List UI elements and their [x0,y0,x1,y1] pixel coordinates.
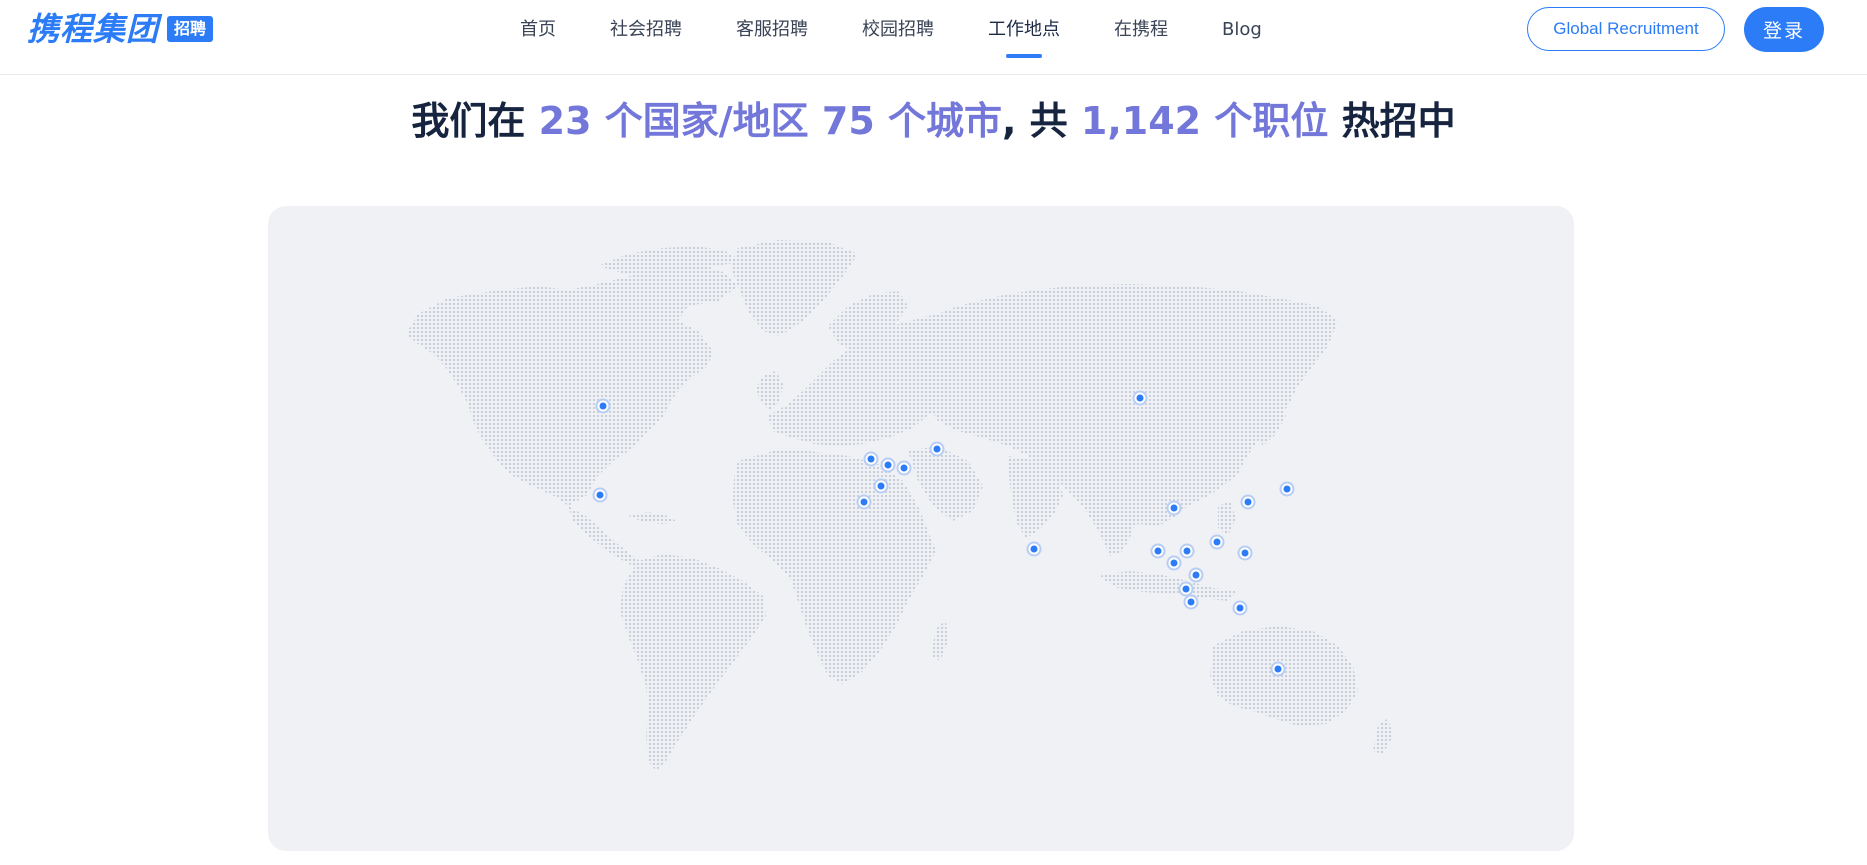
logo-text: 携程集团 [27,10,160,48]
marker-yangon[interactable]: Yangon [1150,543,1166,559]
marker-dot [1274,665,1282,673]
marker-bangkok[interactable]: Bangkok [1166,555,1182,571]
marker-paris[interactable]: Paris [873,478,889,494]
marker-kuala-lumpur[interactable]: Kuala Lumpur [1178,581,1194,597]
marker-shanghai[interactable]: Shanghai [1240,494,1256,510]
nav-work-locations[interactable]: 工作地点 [988,0,1060,60]
indonesia [1098,571,1238,601]
headline-countries: 23 个国家/地区 [538,99,809,143]
nav-campus-recruitment[interactable]: 校园招聘 [862,0,934,60]
marker-dot [1244,498,1252,506]
marker-dot [1154,547,1162,555]
marker-dot [900,464,908,472]
marker-singapore[interactable]: Singapore [1183,594,1199,610]
marker-dot [877,482,885,490]
marker-tokyo[interactable]: Tokyo [1279,481,1295,497]
marker-dot [1170,559,1178,567]
new-zealand [1373,718,1393,754]
marker-berlin[interactable]: Berlin [896,460,912,476]
marker-chengdu[interactable]: Chengdu [1166,500,1182,516]
marker-dot [1241,549,1249,557]
marker-dot [1192,571,1200,579]
headline-prefix: 我们在 [411,99,526,143]
nav-blog[interactable]: Blog [1222,0,1262,60]
global-recruitment-button[interactable]: Global Recruitment [1527,7,1725,51]
marker-dot [1182,585,1190,593]
headline-positions: 1,142 个职位 [1080,99,1329,143]
marker-dot [1136,394,1144,402]
south-america [620,554,766,771]
locations-headline: 我们在 23 个国家/地区 75 个城市, 共 1,142 个职位 热招中 [0,96,1867,146]
marker-sydney[interactable]: Sydney [1270,661,1286,677]
marker-london[interactable]: London [863,451,879,467]
caribbean [628,512,678,524]
marker-dot [860,498,868,506]
main-nav: 首页 社会招聘 客服招聘 校园招聘 工作地点 在携程 Blog [520,0,1316,60]
world-map-card: Toronto New York LondonAmsterdamBerlin Wars… [268,206,1574,851]
brand-logo[interactable]: 携程集团 招聘 [27,9,214,49]
australia [1210,626,1358,726]
login-button[interactable]: 登录 [1744,7,1824,52]
top-header: 携程集团 招聘 首页 社会招聘 客服招聘 校园招聘 工作地点 在携程 Blog … [0,0,1867,75]
nav-at-trip[interactable]: 在携程 [1114,0,1168,60]
marker-dot [884,461,892,469]
marker-amsterdam[interactable]: Amsterdam [880,457,896,473]
logo-tag: 招聘 [167,16,214,42]
nav-service-recruitment[interactable]: 客服招聘 [736,0,808,60]
madagascar [932,621,948,661]
nav-social-recruitment[interactable]: 社会招聘 [610,0,682,60]
headline-mid: , 共 [1002,99,1068,143]
uk-ireland [756,371,783,411]
marker-novosibirsk[interactable]: Novosibirsk [1132,390,1148,406]
africa [733,451,936,684]
headline-cities: 75 个城市 [821,99,1002,143]
marker-ho-chi-minh-city[interactable]: Ho Chi Minh City [1188,567,1204,583]
marker-hanoi[interactable]: Hanoi [1179,543,1195,559]
marker-dot [867,455,875,463]
marker-madrid[interactable]: Madrid [856,494,872,510]
philippines [1218,501,1236,536]
world-map: Toronto New York LondonAmsterdamBerlin Wars… [406,240,1393,771]
marker-dot [1170,504,1178,512]
marker-dot [1236,604,1244,612]
marker-dot [599,402,607,410]
marker-dot [596,491,604,499]
marker-dot [1183,547,1191,555]
headline-suffix: 热招中 [1341,99,1456,143]
marker-new-york[interactable]: New York [592,487,608,503]
marker-dot [1187,598,1195,606]
marker-warsaw[interactable]: Warsaw [929,441,945,457]
marker-hong-kong[interactable]: Hong Kong [1209,534,1225,550]
marker-dot [1030,545,1038,553]
marker-dot [933,445,941,453]
central-america [568,506,640,566]
marker-dot [1213,538,1221,546]
marker-dubai[interactable]: Dubai [1026,541,1042,557]
marker-manila[interactable]: Manila [1237,545,1253,561]
north-america-landmass [406,264,738,506]
nav-home[interactable]: 首页 [520,0,556,60]
marker-jakarta[interactable]: Jakarta [1232,600,1248,616]
marker-toronto[interactable]: Toronto [595,398,611,414]
marker-dot [1283,485,1291,493]
